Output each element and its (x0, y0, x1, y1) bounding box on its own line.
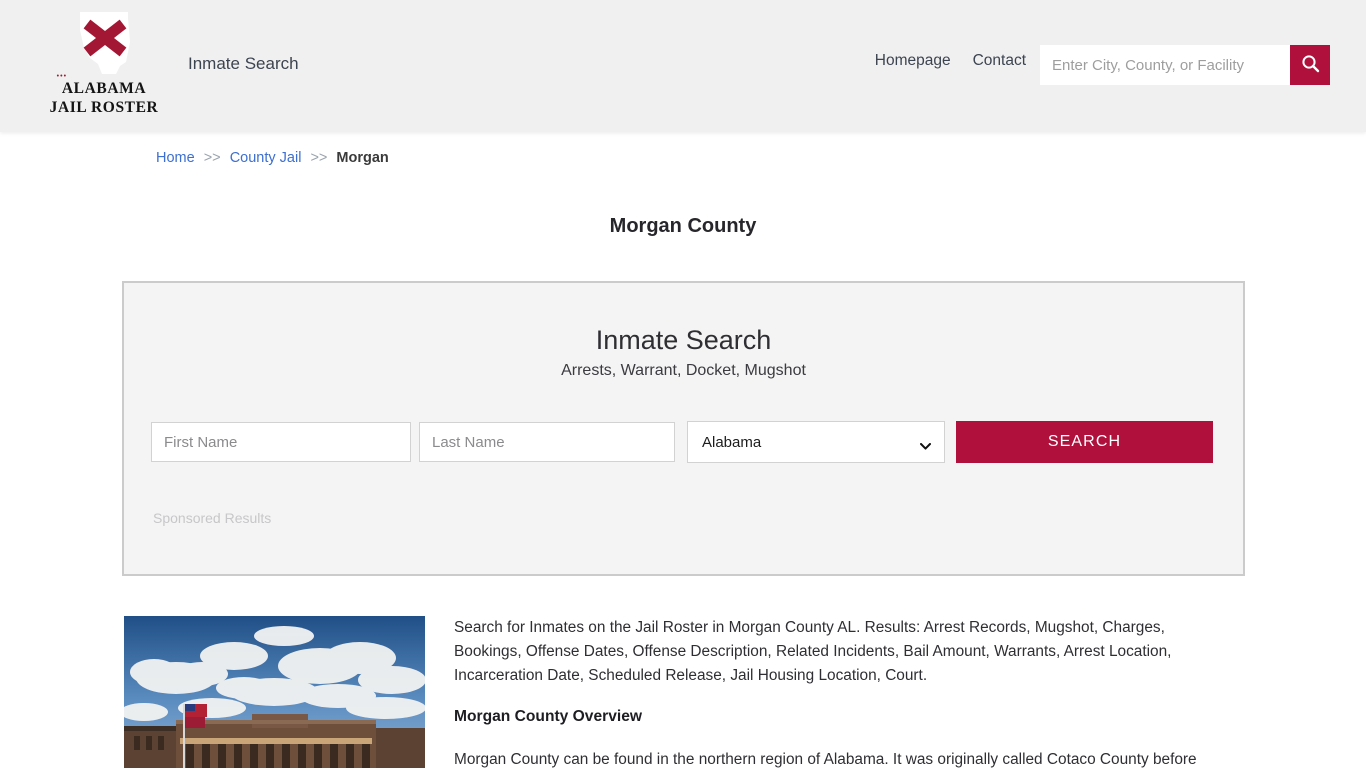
search-button[interactable]: SEARCH (956, 421, 1213, 463)
nav-link-homepage[interactable]: Homepage (875, 52, 951, 70)
breadcrumb-link-home[interactable]: Home (156, 150, 195, 166)
site-logo[interactable]: ALABAMA JAIL ROSTER (44, 12, 164, 120)
sponsored-results-label: Sponsored Results (153, 510, 272, 526)
brand-name-line1: ALABAMA (61, 80, 147, 97)
article-overview-heading: Morgan County Overview (454, 708, 643, 725)
article-overview-text: Morgan County can be found in the northe… (454, 751, 1197, 768)
last-name-input[interactable] (419, 422, 675, 462)
panel-subtitle: Arrests, Warrant, Docket, Mugshot (561, 362, 806, 379)
inmate-search-panel: Inmate Search Arrests, Warrant, Docket, … (122, 281, 1245, 576)
header-nav: Homepage Contact (875, 52, 1026, 70)
header-inner: ALABAMA JAIL ROSTER Inmate Search Homepa… (0, 0, 1366, 132)
state-select-wrapper: Alabama (687, 421, 945, 463)
nav-link-contact[interactable]: Contact (973, 52, 1026, 70)
panel-title: Inmate Search (595, 325, 772, 355)
breadcrumb-separator: >> (203, 150, 221, 166)
nav-inmate-search[interactable]: Inmate Search (188, 54, 299, 74)
search-icon (1301, 54, 1320, 76)
first-name-input[interactable] (151, 422, 411, 462)
breadcrumb-link-county-jail[interactable]: County Jail (230, 150, 302, 166)
alabama-flag-state-icon (68, 12, 140, 78)
breadcrumb-current-morgan: Morgan (336, 150, 389, 166)
header-search-form (1040, 45, 1330, 85)
county-article: Search for Inmates on the Jail Roster in… (454, 616, 1214, 772)
breadcrumb-separator: >> (310, 150, 328, 166)
inmate-search-form: Alabama SEARCH (151, 421, 1213, 463)
page-title: Morgan County (609, 215, 757, 238)
breadcrumb: Home >> County Jail >> Morgan (156, 149, 389, 167)
header-search-button[interactable] (1290, 45, 1330, 85)
article-intro: Search for Inmates on the Jail Roster in… (454, 619, 1172, 684)
header-search-input[interactable] (1040, 45, 1290, 85)
state-select[interactable]: Alabama (687, 421, 945, 463)
site-header: ALABAMA JAIL ROSTER Inmate Search Homepa… (0, 0, 1366, 132)
brand-name-line2: JAIL ROSTER (49, 99, 159, 116)
county-courthouse-image (124, 616, 425, 768)
